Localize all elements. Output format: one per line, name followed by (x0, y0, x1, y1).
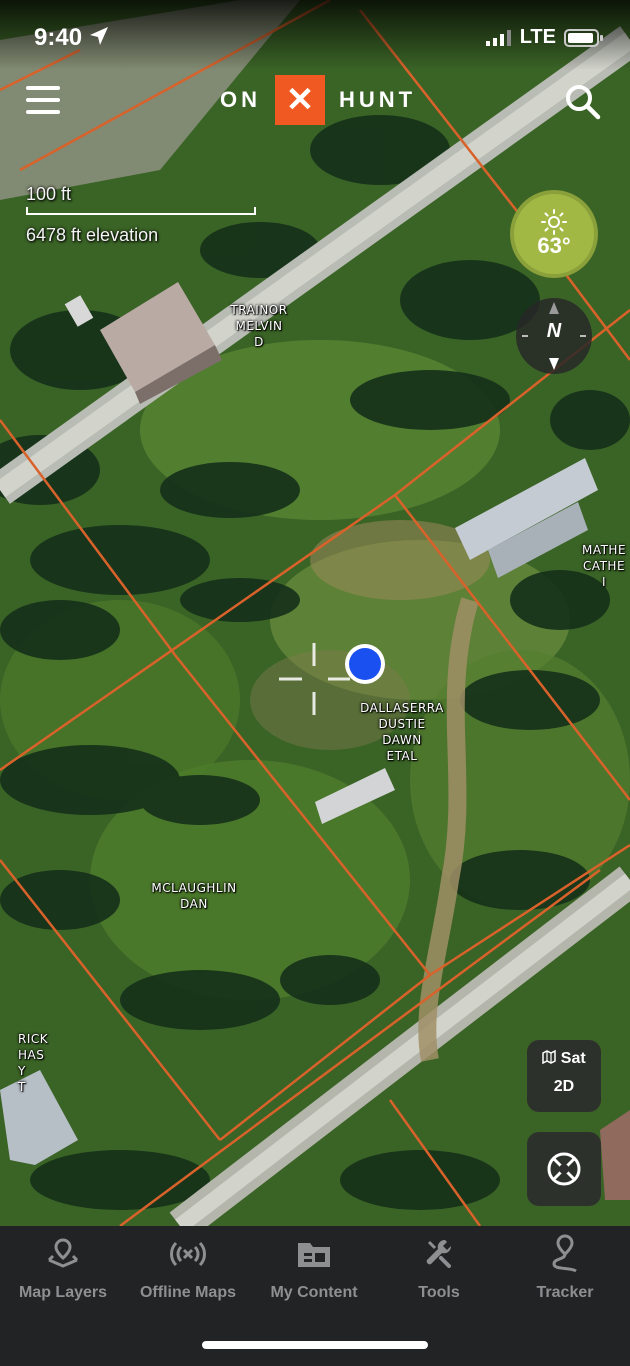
offline-broadcast-icon (168, 1234, 208, 1274)
tab-tools[interactable]: Tools (394, 1234, 484, 1314)
scale-label: 100 ft (26, 184, 72, 204)
elevation-label: 6478 ft elevation (26, 225, 159, 245)
network-label: LTE (519, 26, 556, 48)
onx-hunt-logo: ON ✕ HUNT (220, 75, 417, 125)
search-button[interactable] (565, 84, 601, 120)
tab-label: Map Layers (18, 1284, 108, 1301)
parcel-label-dallaserra: DALLASERRA DUSTIE DAWN ETAL (360, 701, 444, 763)
clock-text: 9:40 (34, 24, 83, 51)
tab-label: Tools (418, 1284, 460, 1301)
folder-icon (296, 1234, 332, 1274)
battery-icon (564, 28, 603, 47)
weather-button[interactable]: 63° (510, 190, 598, 278)
map-scale: 100 ft 6478 ft elevation (26, 184, 261, 246)
tools-icon (421, 1234, 457, 1274)
locate-target-icon (547, 1152, 581, 1186)
compass-button[interactable]: N (516, 298, 592, 374)
sun-icon (541, 209, 567, 235)
hamburger-icon (26, 86, 60, 90)
temperature-label: 63° (537, 233, 571, 258)
basemap-toggle-button[interactable]: Sat 2D (527, 1040, 601, 1112)
parcel-label-mathe: MATHE CATHE I (581, 543, 627, 589)
tab-map-layers[interactable]: Map Layers (10, 1234, 116, 1314)
logo-text-hunt: HUNT (339, 87, 417, 112)
logo-text-on: ON (220, 87, 261, 112)
tab-label: My Content (270, 1284, 358, 1301)
home-indicator[interactable] (202, 1341, 428, 1349)
location-arrow-icon (89, 27, 108, 45)
map-icon (542, 1049, 557, 1065)
locate-me-button[interactable] (527, 1132, 601, 1206)
parcel-label-trainor: TRAINOR MELVIN D (230, 303, 288, 349)
tab-label: Tracker (536, 1284, 594, 1301)
tab-my-content[interactable]: My Content (262, 1234, 366, 1314)
map-layers-icon (45, 1234, 81, 1274)
app-screen: TRAINOR MELVIN D MATHE CATHE I DALLASERR… (0, 0, 630, 1366)
compass-north-label: N (546, 320, 562, 342)
menu-button[interactable] (26, 84, 62, 116)
view-mode-label: 2D (553, 1078, 575, 1095)
status-bar: 9:40 LTE (0, 0, 630, 70)
logo-x-icon: ✕ (275, 75, 325, 125)
parcel-label-rick: RICK HAS Y T (18, 1032, 49, 1094)
basemap-layer-text: Sat (560, 1050, 586, 1067)
hamburger-line (26, 98, 60, 102)
tracker-pin-icon (548, 1234, 582, 1274)
tab-label: Offline Maps (139, 1284, 236, 1301)
hamburger-line (26, 110, 60, 114)
parcel-label-mclaughlin: MCLAUGHLIN DAN (151, 881, 237, 911)
basemap-label: Sat (527, 1049, 601, 1068)
search-icon (566, 85, 601, 120)
status-time: 9:40 (34, 24, 109, 52)
tab-offline-maps[interactable]: Offline Maps (132, 1234, 244, 1314)
scale-bar (26, 207, 256, 215)
signal-icon (485, 29, 511, 46)
tab-tracker[interactable]: Tracker (520, 1234, 610, 1314)
status-indicators: LTE (485, 26, 604, 49)
